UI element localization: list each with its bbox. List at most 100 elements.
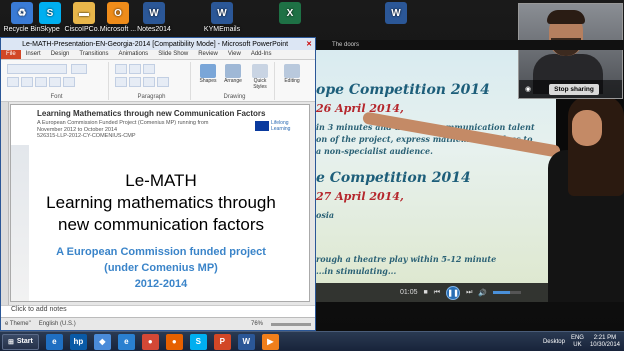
language-indicator[interactable]: ENG UK	[571, 335, 584, 349]
numbering-button[interactable]	[129, 64, 141, 74]
ie-icon[interactable]: e	[117, 333, 135, 350]
volume-slider[interactable]	[493, 291, 522, 294]
font-group: Font	[5, 62, 109, 100]
taskbar: ⊞ Start e hp ◆ e ● ● S P W ▶ Desktop ENG UK 2:21 …	[0, 331, 624, 351]
paragraph-group: Paragraph	[113, 62, 191, 100]
binoculars-icon	[284, 64, 300, 78]
video-title: The doors	[316, 40, 624, 50]
volume-icon[interactable]: 🔊	[478, 289, 487, 297]
app-icon[interactable]: ◆	[93, 333, 111, 350]
slide-subtitle-line3: 2012-2014	[134, 278, 188, 290]
ribbon-tabs: File Insert Design Transitions Animation…	[1, 50, 315, 60]
desktop-icon-label: Notes2014	[137, 26, 171, 33]
firefox-icon[interactable]: ●	[165, 333, 183, 350]
sharing-bar: ◉ Stop sharing	[519, 80, 622, 98]
slide-title-line2: Learning mathematics through	[46, 193, 276, 212]
slide-header: Learning Mathematics through new Communi…	[11, 105, 309, 145]
word-icon[interactable]: W	[237, 333, 255, 350]
tab-animations[interactable]: Animations	[114, 50, 154, 59]
screen-share-icon: ◉	[525, 86, 532, 93]
editing-button[interactable]: Editing	[277, 64, 307, 84]
desktop-icon[interactable]: W KYMEmails	[200, 2, 244, 33]
desktop-icon[interactable]: W Notes2014	[132, 2, 176, 33]
font-color-button[interactable]	[63, 77, 75, 87]
ie-icon[interactable]: e	[45, 333, 63, 350]
start-button[interactable]: ⊞ Start	[2, 333, 39, 350]
poster-text-line: ope Competition 2014	[316, 82, 490, 98]
bullets-button[interactable]	[115, 64, 127, 74]
notes-pane[interactable]: Click to add notes	[1, 305, 315, 315]
slide-header-title: Learning Mathematics through new Communi…	[37, 109, 266, 118]
desktop-icon[interactable]: X	[268, 2, 312, 26]
drawing-group-label: Drawing	[223, 94, 246, 100]
word-doc-icon: W	[385, 2, 407, 24]
previous-icon[interactable]: ⏮	[434, 289, 440, 297]
ribbon: Font Paragraph Shapes Arrange Quick Styl…	[1, 60, 315, 102]
poster-text-line: 27 April 2014,	[316, 190, 404, 203]
video-time: 01:05	[400, 289, 418, 296]
slide-title-line3: new communication factors	[58, 215, 264, 234]
pause-button[interactable]: ❚❚	[446, 285, 461, 300]
desktop-icon-label: KYMEmails	[203, 26, 241, 33]
tab-view[interactable]: View	[223, 50, 246, 59]
tab-file[interactable]: File	[1, 50, 21, 59]
hp-icon[interactable]: hp	[69, 333, 87, 350]
clock[interactable]: 2:21 PM 10/30/2014	[590, 335, 620, 349]
poster-text-line: a non-specialist audience.	[316, 146, 433, 156]
desktop-toolbar[interactable]: Desktop	[543, 339, 565, 345]
powerpoint-window[interactable]: Le-MATH-Presentation-EN-Georgia-2014 [Co…	[0, 37, 316, 331]
word-doc-icon: W	[211, 2, 233, 24]
folder-icon: ▬	[73, 2, 95, 24]
presenter-face	[572, 110, 602, 146]
stop-sharing-button[interactable]: Stop sharing	[549, 83, 599, 95]
word-doc-icon: W	[143, 2, 165, 24]
title-bar[interactable]: Le-MATH-Presentation-EN-Georgia-2014 [Co…	[1, 38, 315, 50]
media-player-icon[interactable]: ▶	[261, 333, 279, 350]
windows-logo-icon: ⊞	[8, 338, 14, 346]
slide-header-subtitle: A European Commission Funded Project (Co…	[37, 120, 209, 139]
webcam-preview: ◉ Stop sharing	[518, 3, 623, 99]
chrome-icon[interactable]: ●	[141, 333, 159, 350]
italic-button[interactable]	[21, 77, 33, 87]
desktop-icon[interactable]: W	[374, 2, 418, 26]
status-bar: e Theme" English (U.S.) 76%	[1, 317, 315, 330]
window-title: Le-MATH-Presentation-EN-Georgia-2014 [Co…	[22, 40, 289, 48]
tab-transitions[interactable]: Transitions	[74, 50, 113, 59]
align-right-button[interactable]	[143, 77, 155, 87]
zoom-level[interactable]: 76%	[251, 321, 263, 327]
font-name-box[interactable]	[7, 64, 67, 74]
underline-button[interactable]	[35, 77, 47, 87]
justify-button[interactable]	[157, 77, 169, 87]
powerpoint-icon[interactable]: P	[213, 333, 231, 350]
arrange-icon	[225, 64, 241, 78]
tab-insert[interactable]: Insert	[21, 50, 46, 59]
align-center-button[interactable]	[129, 77, 141, 87]
system-tray: Desktop ENG UK 2:21 PM 10/30/2014	[543, 335, 624, 349]
tab-design[interactable]: Design	[46, 50, 75, 59]
skype-icon[interactable]: S	[189, 333, 207, 350]
bold-button[interactable]	[7, 77, 19, 87]
tab-review[interactable]: Review	[193, 50, 223, 59]
arrange-button[interactable]: Arrange	[221, 64, 245, 84]
shapes-button[interactable]: Shapes	[197, 64, 219, 84]
font-size-box[interactable]	[71, 64, 87, 74]
theme-name: e Theme"	[5, 321, 31, 327]
close-icon[interactable]: ✕	[306, 40, 312, 48]
next-icon[interactable]: ⏭	[466, 289, 472, 297]
align-left-button[interactable]	[115, 77, 127, 87]
quick-styles-button[interactable]: Quick Styles	[247, 64, 273, 90]
indent-button[interactable]	[143, 64, 155, 74]
zoom-slider[interactable]	[271, 322, 311, 326]
tab-slide-show[interactable]: Slide Show	[153, 50, 193, 59]
slide-thumbnails-panel[interactable]	[1, 102, 9, 305]
quick-styles-icon	[252, 64, 268, 78]
strikethrough-button[interactable]	[49, 77, 61, 87]
slide-subtitle-line1: A European Commission funded project	[56, 246, 266, 258]
language-indicator[interactable]: English (U.S.)	[39, 321, 76, 327]
presenter-hair	[568, 96, 624, 196]
current-slide[interactable]: Learning Mathematics through new Communi…	[10, 104, 310, 302]
stop-icon[interactable]: ■	[424, 289, 428, 296]
slide-title-line1: Le-MATH	[125, 171, 197, 190]
excel-doc-icon: X	[279, 2, 301, 24]
tab-add-ins[interactable]: Add-Ins	[246, 50, 277, 59]
